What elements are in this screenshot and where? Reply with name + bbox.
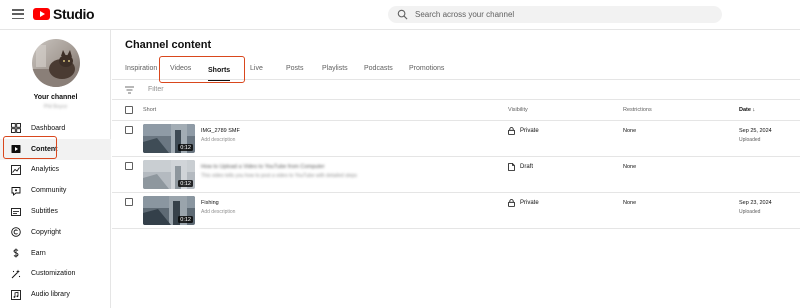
avatar[interactable] (32, 39, 80, 87)
visibility-selector[interactable]: Private (508, 127, 539, 135)
table-header: Short Visibility Restrictions Date ↓ (112, 101, 800, 121)
search-bar[interactable] (388, 6, 722, 23)
page-title: Channel content (125, 39, 212, 51)
analytics-icon (11, 165, 21, 175)
restrictions-value: None (623, 200, 637, 206)
row-checkbox[interactable] (125, 198, 133, 206)
table-row: 0:12 IMG_2789 SMF Add description Privat… (112, 121, 800, 157)
video-title-text: IMG_2789 SMF (201, 128, 240, 134)
draft-file-icon (508, 163, 515, 171)
community-icon (11, 186, 21, 196)
tabs-highlight-box (159, 56, 245, 83)
sidebar-item-community[interactable]: Community (0, 180, 111, 201)
row-checkbox[interactable] (125, 126, 133, 134)
lock-icon (508, 127, 515, 135)
date-status: Uploaded (739, 209, 761, 215)
search-icon (397, 9, 408, 20)
visibility-label: Private (520, 128, 539, 134)
sidebar-item-analytics[interactable]: Analytics (0, 160, 111, 181)
date-status: Uploaded (739, 137, 761, 143)
column-restrictions[interactable]: Restrictions (623, 107, 652, 113)
duration-badge: 0:12 (178, 144, 193, 151)
customization-icon (11, 269, 21, 279)
lock-icon (508, 199, 515, 207)
tab-promotions[interactable]: Promotions (409, 59, 459, 79)
tab-playlists[interactable]: Playlists (322, 59, 364, 79)
search-input[interactable] (415, 10, 705, 19)
visibility-label: Private (520, 200, 539, 206)
duration-badge: 0:12 (178, 180, 193, 187)
row-checkbox[interactable] (125, 162, 133, 170)
filter-icon[interactable] (125, 86, 134, 94)
restrictions-value: None (623, 164, 637, 170)
video-title[interactable]: Fishing (201, 200, 219, 206)
channel-handle: Phil Boyce (43, 104, 68, 110)
table-row: 0:12 Fishing Add description Private Non… (112, 193, 800, 229)
visibility-selector[interactable]: Private (508, 199, 539, 207)
sidebar-item-label: Subtitles (31, 208, 58, 216)
video-thumbnail[interactable]: 0:12 (143, 160, 195, 189)
video-title[interactable]: How to Upload a Video to YouTube from Co… (201, 164, 325, 170)
video-description[interactable]: This video tells you how to post a video… (201, 173, 357, 179)
sort-down-arrow-icon: ↓ (752, 107, 756, 113)
video-title-text: How to Upload a Video to YouTube from Co… (201, 164, 325, 170)
copyright-icon (11, 227, 21, 238)
sidebar-item-customization[interactable]: Customization (0, 264, 111, 285)
sidebar-item-label: Audio library (31, 291, 70, 299)
filter-bar (112, 80, 800, 100)
column-visibility[interactable]: Visibility (508, 107, 528, 113)
sidebar-item-label: Copyright (31, 228, 61, 236)
video-thumbnail[interactable]: 0:12 (143, 196, 195, 225)
channel-title: Your channel (33, 94, 78, 101)
sidebar-item-label: Dashboard (31, 124, 66, 132)
duration-badge: 0:12 (178, 216, 193, 223)
top-bar: Studio (0, 0, 800, 30)
column-date-label: Date (739, 107, 751, 113)
tab-posts[interactable]: Posts (286, 59, 322, 79)
restrictions-value: None (623, 128, 637, 134)
sidebar-item-copyright[interactable]: Copyright (0, 222, 111, 243)
main-content: Channel content Inspiration Videos Short… (112, 30, 800, 308)
earn-icon (13, 248, 19, 258)
content-highlight-box (3, 136, 57, 159)
dashboard-icon (11, 123, 21, 134)
visibility-selector[interactable]: Draft (508, 163, 533, 171)
audio-library-icon (11, 289, 21, 300)
filter-input[interactable] (148, 86, 348, 93)
column-short: Short (143, 107, 157, 113)
table-row: 0:12 How to Upload a Video to YouTube fr… (112, 157, 800, 193)
sidebar-item-label: Analytics (31, 166, 60, 174)
youtube-logo-icon (33, 8, 50, 20)
studio-logo[interactable]: Studio (33, 6, 95, 22)
select-all-checkbox[interactable] (125, 106, 133, 114)
date-value: Sep 25, 2024 (739, 128, 772, 134)
sidebar-item-audio-library[interactable]: Audio library (0, 284, 111, 305)
sidebar-item-label: Customization (31, 270, 76, 278)
sidebar-item-label: Community (31, 187, 67, 195)
date-value: Sep 23, 2024 (739, 200, 772, 206)
video-description[interactable]: Add description (201, 209, 235, 215)
video-thumbnail[interactable]: 0:12 (143, 124, 195, 153)
subtitles-icon (11, 207, 21, 216)
menu-icon[interactable] (12, 9, 24, 20)
sidebar-item-subtitles[interactable]: Subtitles (0, 201, 111, 222)
visibility-label: Draft (520, 164, 534, 170)
video-title[interactable]: IMG_2789 SMF (201, 128, 240, 134)
tab-live[interactable]: Live (250, 59, 286, 79)
sidebar-item-label: Earn (31, 249, 46, 257)
tab-podcasts[interactable]: Podcasts (364, 59, 409, 79)
sidebar: Your channel Phil Boyce Dashboard Conten… (0, 30, 111, 308)
sidebar-item-earn[interactable]: Earn (0, 243, 111, 264)
column-date[interactable]: Date ↓ (739, 107, 755, 113)
app-name: Studio (53, 6, 95, 22)
video-title-text: Fishing (201, 200, 219, 206)
video-description[interactable]: Add description (201, 137, 235, 143)
